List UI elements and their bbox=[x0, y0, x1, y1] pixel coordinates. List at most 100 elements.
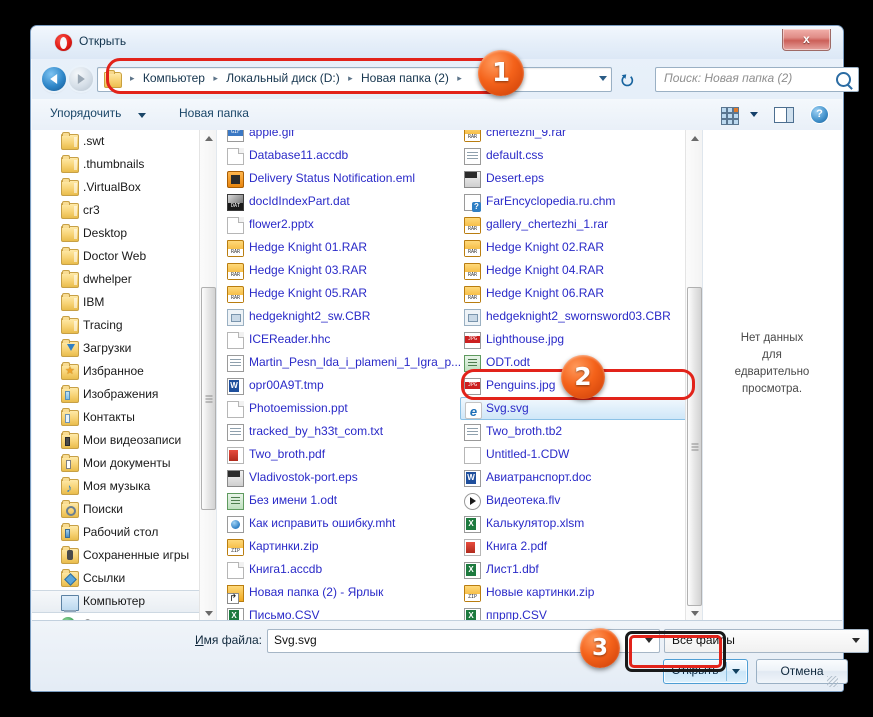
sidebar-item-0[interactable]: .swt bbox=[32, 130, 216, 153]
list-item[interactable]: Лист1.dbf bbox=[460, 558, 703, 581]
sidebar-item-13[interactable]: Мои видеозаписи bbox=[32, 429, 216, 452]
back-arrow-icon[interactable] bbox=[42, 67, 66, 91]
list-item[interactable]: Hedge Knight 05.RAR bbox=[223, 282, 466, 305]
list-item[interactable]: chertezhi_9.rar bbox=[460, 130, 703, 144]
list-item[interactable]: Книга1.accdb bbox=[223, 558, 466, 581]
scroll-down-icon[interactable] bbox=[686, 604, 703, 621]
preview-pane-toggle-icon[interactable] bbox=[774, 107, 794, 123]
navigation-pane-scrollbar[interactable] bbox=[199, 130, 217, 621]
refresh-icon[interactable]: ⭮ bbox=[621, 70, 634, 95]
list-item[interactable]: gallery_chertezhi_1.rar bbox=[460, 213, 703, 236]
open-button[interactable]: Открыть bbox=[663, 659, 748, 684]
list-item[interactable]: apple.gif bbox=[223, 130, 466, 144]
list-item[interactable]: Database11.accdb bbox=[223, 144, 466, 167]
breadcrumb-item-2[interactable]: Новая папка (2) bbox=[361, 71, 449, 85]
file-name: Svg.svg bbox=[486, 401, 529, 415]
breadcrumb-separator: ▸ bbox=[457, 73, 462, 83]
sidebar-item-18[interactable]: Сохраненные игры bbox=[32, 544, 216, 567]
list-item[interactable]: Без имени 1.odt bbox=[223, 489, 466, 512]
scroll-up-icon[interactable] bbox=[686, 130, 703, 147]
list-item[interactable]: Untitled-1.CDW bbox=[460, 443, 703, 466]
list-item[interactable]: Hedge Knight 01.RAR bbox=[223, 236, 466, 259]
organize-button[interactable]: Упорядочить bbox=[50, 106, 121, 120]
sidebar-item-2[interactable]: .VirtualBox bbox=[32, 176, 216, 199]
list-item[interactable]: tracked_by_h33t_com.txt bbox=[223, 420, 466, 443]
sidebar-item-9[interactable]: Загрузки bbox=[32, 337, 216, 360]
list-item[interactable]: ICEReader.hhc bbox=[223, 328, 466, 351]
file-name: FarEncyclopedia.ru.chm bbox=[486, 194, 616, 208]
folder-icon bbox=[61, 132, 79, 150]
sidebar-item-11[interactable]: Изображения bbox=[32, 383, 216, 406]
sidebar-item-5[interactable]: Doctor Web bbox=[32, 245, 216, 268]
sidebar-item-7[interactable]: IBM bbox=[32, 291, 216, 314]
scrollbar-thumb[interactable] bbox=[687, 287, 702, 606]
forward-arrow-icon[interactable] bbox=[69, 67, 93, 91]
list-item[interactable]: default.css bbox=[460, 144, 703, 167]
chevron-down-icon[interactable] bbox=[732, 669, 740, 674]
breadcrumb-item-1[interactable]: Локальный диск (D:) bbox=[226, 71, 340, 85]
sidebar-item-6[interactable]: dwhelper bbox=[32, 268, 216, 291]
list-item[interactable]: Как исправить ошибку.mht bbox=[223, 512, 466, 535]
list-item[interactable]: Vladivostok-port.eps bbox=[223, 466, 466, 489]
chevron-down-icon[interactable] bbox=[852, 638, 860, 643]
sidebar-item-20[interactable]: Компьютер bbox=[32, 590, 216, 613]
list-item[interactable]: hedgeknight2_swornsword03.CBR bbox=[460, 305, 703, 328]
chevron-down-icon[interactable] bbox=[599, 76, 607, 81]
resize-grip[interactable] bbox=[827, 676, 838, 687]
list-item[interactable]: Hedge Knight 06.RAR bbox=[460, 282, 703, 305]
help-icon[interactable]: ? bbox=[811, 106, 828, 123]
sidebar-item-15[interactable]: Моя музыка bbox=[32, 475, 216, 498]
page-file-icon bbox=[227, 332, 244, 349]
list-item[interactable]: Martin_Pesn_lda_i_plameni_1_Igra_p... bbox=[223, 351, 466, 374]
list-item[interactable]: opr00A9T.tmp bbox=[223, 374, 466, 397]
list-item[interactable]: Hedge Knight 04.RAR bbox=[460, 259, 703, 282]
list-item[interactable]: Калькулятор.xlsm bbox=[460, 512, 703, 535]
sidebar-item-10[interactable]: Избранное bbox=[32, 360, 216, 383]
sidebar-item-16[interactable]: Поиски bbox=[32, 498, 216, 521]
list-item[interactable]: Авиатранспорт.doc bbox=[460, 466, 703, 489]
list-item[interactable]: Письмо.CSV bbox=[223, 604, 466, 621]
breadcrumb-item-0[interactable]: Компьютер bbox=[143, 71, 205, 85]
sidebar-item-17[interactable]: Рабочий стол bbox=[32, 521, 216, 544]
list-item[interactable]: Видеотека.flv bbox=[460, 489, 703, 512]
list-item[interactable]: Svg.svg bbox=[460, 397, 703, 420]
view-mode-icon[interactable] bbox=[721, 107, 739, 125]
file-list[interactable]: apple.gif Database11.accdb Delivery Status… bbox=[216, 130, 703, 621]
list-item[interactable]: Lighthouse.jpg bbox=[460, 328, 703, 351]
close-button[interactable]: x bbox=[782, 29, 831, 51]
scrollbar-thumb[interactable] bbox=[201, 287, 216, 510]
list-item[interactable]: Two_broth.tb2 bbox=[460, 420, 703, 443]
sidebar-item-14[interactable]: Мои документы bbox=[32, 452, 216, 475]
sidebar-item-4[interactable]: Desktop bbox=[32, 222, 216, 245]
list-item[interactable]: Картинки.zip bbox=[223, 535, 466, 558]
list-item[interactable]: FarEncyclopedia.ru.chm bbox=[460, 190, 703, 213]
chevron-down-icon[interactable] bbox=[138, 113, 146, 118]
list-item[interactable]: Книга 2.pdf bbox=[460, 535, 703, 558]
new-folder-button[interactable]: Новая папка bbox=[179, 106, 249, 120]
list-item[interactable]: Two_broth.pdf bbox=[223, 443, 466, 466]
sidebar-item-8[interactable]: Tracing bbox=[32, 314, 216, 337]
list-item[interactable]: ппрпр.CSV bbox=[460, 604, 703, 621]
list-item[interactable]: docIdIndexPart.dat bbox=[223, 190, 466, 213]
chevron-down-icon[interactable] bbox=[645, 638, 653, 643]
list-item[interactable]: Hedge Knight 02.RAR bbox=[460, 236, 703, 259]
search-input[interactable]: Поиск: Новая папка (2) bbox=[655, 67, 859, 92]
list-item[interactable]: Hedge Knight 03.RAR bbox=[223, 259, 466, 282]
sidebar-item-12[interactable]: Контакты bbox=[32, 406, 216, 429]
sidebar-item-label: Tracing bbox=[83, 318, 123, 332]
sidebar-item-19[interactable]: Ссылки bbox=[32, 567, 216, 590]
sidebar-item-1[interactable]: .thumbnails bbox=[32, 153, 216, 176]
chevron-down-icon[interactable] bbox=[750, 112, 758, 117]
filetype-select[interactable]: Все файлы bbox=[664, 629, 869, 653]
list-item[interactable]: Desert.eps bbox=[460, 167, 703, 190]
list-item[interactable]: Новые картинки.zip bbox=[460, 581, 703, 604]
list-item[interactable]: Новая папка (2) - Ярлык bbox=[223, 581, 466, 604]
address-bar[interactable]: ▸ Компьютер ▸ Локальный диск (D:) ▸ Нова… bbox=[97, 67, 612, 92]
scroll-down-icon[interactable] bbox=[200, 604, 217, 621]
list-item[interactable]: Photoemission.ppt bbox=[223, 397, 466, 420]
sidebar-item-3[interactable]: cr3 bbox=[32, 199, 216, 222]
list-item[interactable]: hedgeknight2_sw.CBR bbox=[223, 305, 466, 328]
list-item[interactable]: flower2.pptx bbox=[223, 213, 466, 236]
scroll-up-icon[interactable] bbox=[200, 130, 217, 147]
list-item[interactable]: Delivery Status Notification.eml bbox=[223, 167, 466, 190]
